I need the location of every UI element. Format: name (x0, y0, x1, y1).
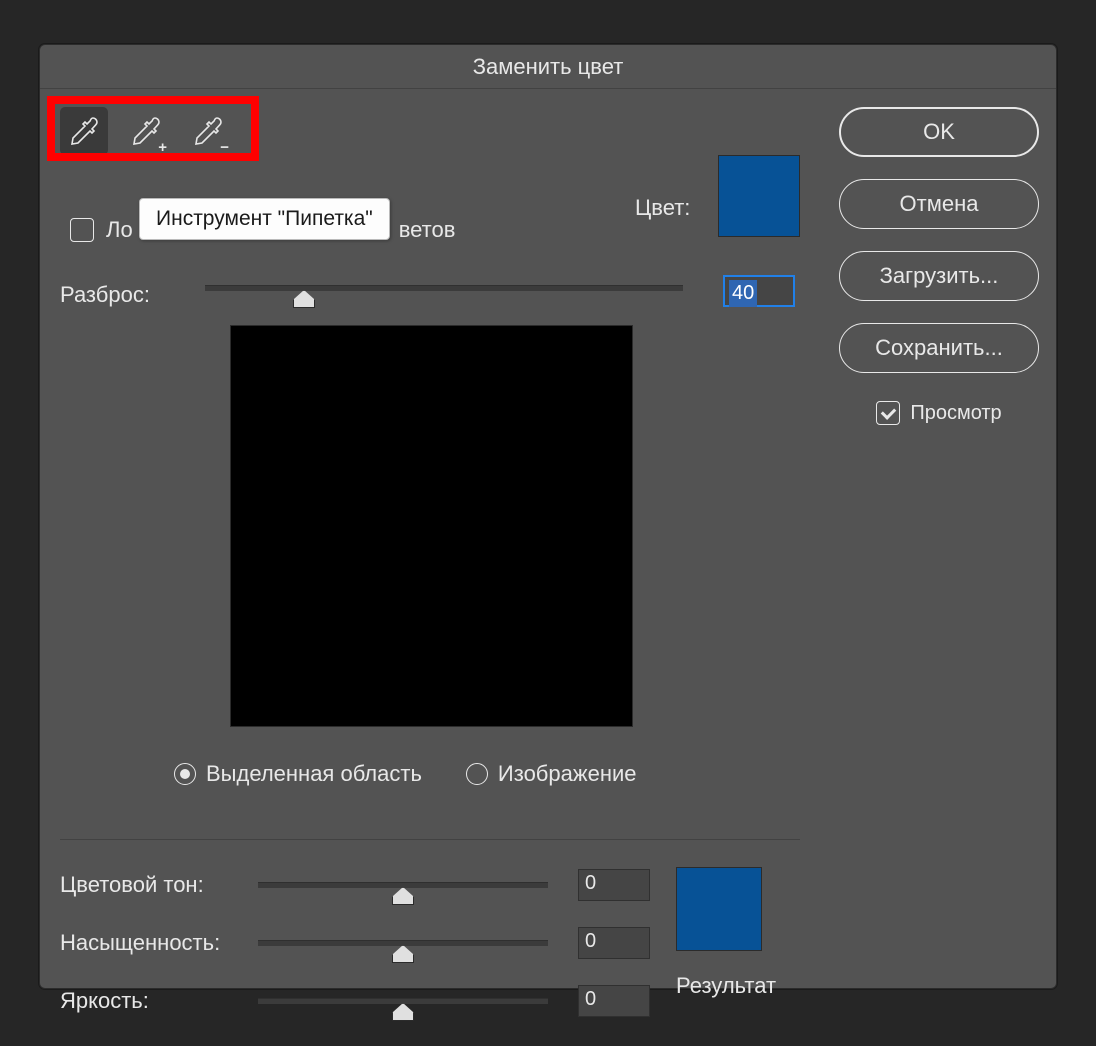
ok-button[interactable]: OK (839, 107, 1039, 157)
eyedropper-toolbar: + − (60, 107, 232, 155)
eyedropper-plus-icon (130, 115, 162, 147)
radio-image[interactable] (466, 763, 488, 785)
hue-input[interactable]: 0 (578, 869, 650, 901)
saturation-label: Насыщенность: (60, 930, 258, 956)
hue-slider[interactable] (258, 882, 548, 888)
fuzziness-value-text: 40 (729, 280, 757, 307)
eyedropper-tooltip: Инструмент "Пипетка" (139, 198, 390, 240)
dialog-title: Заменить цвет (40, 45, 1056, 89)
lightness-slider[interactable] (258, 998, 548, 1004)
plus-icon: + (158, 139, 167, 156)
local-color-clusters-label-left: Ло (106, 217, 133, 243)
eyedropper-tool[interactable] (60, 107, 108, 155)
preview-checkbox[interactable] (876, 401, 900, 425)
hue-label: Цветовой тон: (60, 872, 258, 898)
selection-color-swatch[interactable] (718, 155, 800, 237)
dialog-content: + − Инструмент "Пипетка" Ло ветов Цвет: … (40, 89, 1056, 988)
lightness-slider-thumb[interactable] (392, 1003, 414, 1021)
color-label: Цвет: (635, 195, 690, 221)
fuzziness-slider-track[interactable] (205, 285, 683, 291)
separator (60, 839, 800, 840)
eyedropper-add-tool[interactable]: + (122, 107, 170, 155)
save-button[interactable]: Сохранить... (839, 323, 1039, 373)
eyedropper-subtract-tool[interactable]: − (184, 107, 232, 155)
fuzziness-label: Разброс: (60, 282, 150, 308)
eyedropper-minus-icon (192, 115, 224, 147)
preview-mode-radios: Выделенная область Изображение (174, 761, 637, 787)
saturation-input[interactable]: 0 (578, 927, 650, 959)
right-panel: OK Отмена Загрузить... Сохранить... Прос… (834, 107, 1044, 425)
lightness-input[interactable]: 0 (578, 985, 650, 1017)
preview-label: Просмотр (910, 402, 1001, 425)
radio-image-label: Изображение (498, 761, 637, 787)
result-color-swatch[interactable] (676, 867, 762, 951)
fuzziness-slider-thumb[interactable] (293, 290, 315, 308)
result-label: Результат (676, 973, 776, 999)
radio-selection-label: Выделенная область (206, 761, 422, 787)
eyedropper-icon (68, 115, 100, 147)
saturation-slider-thumb[interactable] (392, 945, 414, 963)
radio-selection[interactable] (174, 763, 196, 785)
hue-slider-thumb[interactable] (392, 887, 414, 905)
saturation-slider[interactable] (258, 940, 548, 946)
fuzziness-input[interactable]: 40 (723, 275, 795, 307)
replace-color-dialog: Заменить цвет + (39, 44, 1057, 989)
minus-icon: − (220, 139, 229, 156)
selection-preview (230, 325, 633, 727)
local-color-clusters-label-right: ветов (399, 217, 456, 243)
left-panel: + − Инструмент "Пипетка" Ло ветов Цвет: … (40, 89, 820, 988)
preview-toggle-row: Просмотр (876, 401, 1001, 425)
lightness-label: Яркость: (60, 988, 258, 1014)
cancel-button[interactable]: Отмена (839, 179, 1039, 229)
local-color-clusters-checkbox[interactable] (70, 218, 94, 242)
load-button[interactable]: Загрузить... (839, 251, 1039, 301)
